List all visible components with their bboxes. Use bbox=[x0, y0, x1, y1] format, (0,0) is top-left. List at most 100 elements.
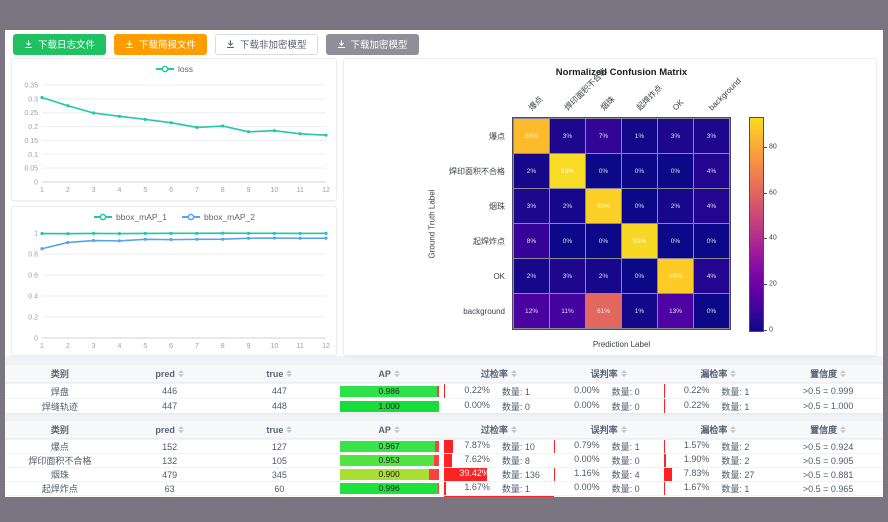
svg-text:9: 9 bbox=[247, 187, 251, 194]
table-row: 烟珠4793450.90039.42%数量: 1361.16%数量: 47.83… bbox=[5, 467, 883, 481]
sort-icon[interactable] bbox=[730, 426, 736, 433]
download-encrypted-model-button[interactable]: 下载加密模型 bbox=[326, 34, 419, 55]
content-area: 下载日志文件 下载简报文件 下载非加密模型 下载加密模型 loss 00.050… bbox=[5, 30, 883, 497]
svg-text:6: 6 bbox=[169, 343, 173, 350]
matrix-cell: 3% bbox=[694, 119, 729, 153]
column-header-置信度[interactable]: 置信度 bbox=[773, 421, 883, 438]
column-header-置信度[interactable]: 置信度 bbox=[773, 365, 883, 382]
sort-icon[interactable] bbox=[286, 426, 292, 433]
rate-value: 1.67% bbox=[669, 482, 709, 495]
matrix-cell: 2% bbox=[586, 259, 621, 293]
sort-icon[interactable] bbox=[621, 426, 627, 433]
sort-icon[interactable] bbox=[511, 370, 517, 377]
column-header-过检率[interactable]: 过检率 bbox=[444, 421, 554, 438]
overdetect-cell: 39.42%数量: 136 bbox=[444, 468, 554, 481]
svg-text:5: 5 bbox=[143, 187, 147, 194]
matrix-cell: 0% bbox=[550, 224, 585, 258]
sort-icon[interactable] bbox=[730, 370, 736, 377]
column-header-AP[interactable]: AP bbox=[334, 365, 444, 382]
svg-text:2: 2 bbox=[66, 187, 70, 194]
table-row: OK1171000.929117.00%数量: 1170.00%数量: 00.0… bbox=[5, 495, 883, 497]
svg-text:0.8: 0.8 bbox=[28, 251, 38, 258]
column-header-漏检率[interactable]: 漏检率 bbox=[664, 365, 774, 382]
legend-item-bbox_mAP_2[interactable]: bbox_mAP_2 bbox=[181, 212, 255, 222]
sort-icon[interactable] bbox=[178, 426, 184, 433]
download-unencrypted-model-label: 下载非加密模型 bbox=[240, 37, 307, 51]
matrix-cell: 7% bbox=[586, 119, 621, 153]
svg-text:3: 3 bbox=[92, 343, 96, 350]
legend-item-loss[interactable]: loss bbox=[155, 64, 193, 74]
sort-icon[interactable] bbox=[394, 370, 400, 377]
sort-icon[interactable] bbox=[286, 370, 292, 377]
column-header-label: 漏检率 bbox=[700, 423, 727, 436]
sort-icon[interactable] bbox=[394, 426, 400, 433]
download-report-button[interactable]: 下载简报文件 bbox=[114, 34, 207, 55]
class-cell: 烟珠 bbox=[5, 468, 115, 481]
svg-text:7: 7 bbox=[195, 343, 199, 350]
rate-value: 0.00% bbox=[560, 400, 600, 413]
overdetect-cell: 7.62%数量: 8 bbox=[444, 454, 554, 467]
matrix-cell: 89% bbox=[658, 259, 693, 293]
ap-cell: 0.986 bbox=[334, 384, 444, 398]
matrix-row-label: 焊印面积不合格 bbox=[344, 154, 505, 188]
rate-count: 数量: 136 bbox=[502, 468, 548, 481]
loss-chart: 00.050.10.150.20.250.30.3512345678910111… bbox=[12, 79, 336, 197]
download-unencrypted-model-button[interactable]: 下载非加密模型 bbox=[215, 34, 318, 55]
metrics-table-2: 类别predtrueAP过检率误判率漏检率置信度爆点1521270.9677.8… bbox=[5, 421, 883, 497]
true-cell: 448 bbox=[225, 399, 335, 413]
column-header-true[interactable]: true bbox=[225, 365, 335, 382]
column-header-过检率[interactable]: 过检率 bbox=[444, 365, 554, 382]
download-report-label: 下载简报文件 bbox=[139, 37, 196, 51]
matrix-row-label: OK bbox=[344, 259, 505, 293]
column-header-类别: 类别 bbox=[5, 421, 115, 438]
matrix-cell: 85% bbox=[514, 119, 549, 153]
matrix-cell: 0% bbox=[694, 224, 729, 258]
sort-icon[interactable] bbox=[621, 370, 627, 377]
svg-text:6: 6 bbox=[169, 187, 173, 194]
download-icon bbox=[125, 40, 134, 49]
pred-cell: 446 bbox=[115, 384, 225, 398]
loss-chart-card: loss 00.050.10.150.20.250.30.35123456789… bbox=[11, 58, 337, 201]
sort-icon[interactable] bbox=[178, 370, 184, 377]
matrix-cell: 0% bbox=[586, 154, 621, 188]
rate-value: 0.79% bbox=[560, 440, 600, 453]
overdetect-cell: 117.00%数量: 117 bbox=[444, 496, 554, 497]
column-header-pred[interactable]: pred bbox=[115, 421, 225, 438]
column-header-AP[interactable]: AP bbox=[334, 421, 444, 438]
matrix-cell: 4% bbox=[694, 189, 729, 223]
svg-text:5: 5 bbox=[143, 343, 147, 350]
sort-icon[interactable] bbox=[511, 426, 517, 433]
loss-chart-legend: loss bbox=[12, 59, 336, 79]
column-header-误判率[interactable]: 误判率 bbox=[554, 365, 664, 382]
download-log-button[interactable]: 下载日志文件 bbox=[13, 34, 106, 55]
svg-text:0.1: 0.1 bbox=[28, 152, 38, 159]
missed-cell: 1.57%数量: 2 bbox=[664, 440, 774, 453]
colorbar-tick bbox=[764, 193, 767, 194]
pred-cell: 447 bbox=[115, 399, 225, 413]
download-icon bbox=[337, 40, 346, 49]
confidence-cell: >0.5 = 0.940 bbox=[773, 496, 883, 497]
matrix-cell: 90% bbox=[586, 189, 621, 223]
column-header-true[interactable]: true bbox=[225, 421, 335, 438]
legend-item-bbox_mAP_1[interactable]: bbox_mAP_1 bbox=[93, 212, 167, 222]
colorbar-tick-label: 60 bbox=[769, 189, 777, 196]
true-cell: 105 bbox=[225, 454, 335, 467]
svg-text:12: 12 bbox=[322, 343, 330, 350]
map-chart-card: bbox_mAP_1bbox_mAP_2 00.20.40.60.8112345… bbox=[11, 206, 337, 356]
colorbar-tick-label: 40 bbox=[769, 235, 777, 242]
heatmap-y-axis-label: Ground Truth Label bbox=[428, 189, 437, 258]
rate-count: 数量: 0 bbox=[612, 385, 658, 398]
misjudge-cell: 0.00%数量: 0 bbox=[554, 482, 664, 495]
metrics-table-1: 类别predtrueAP过检率误判率漏检率置信度焊盘4464470.9860.2… bbox=[5, 365, 883, 413]
sort-icon[interactable] bbox=[840, 370, 846, 377]
svg-text:12: 12 bbox=[322, 187, 330, 194]
column-header-误判率[interactable]: 误判率 bbox=[554, 421, 664, 438]
column-header-漏检率[interactable]: 漏检率 bbox=[664, 421, 774, 438]
svg-text:0.6: 0.6 bbox=[28, 272, 38, 279]
svg-text:4: 4 bbox=[118, 343, 122, 350]
matrix-cell: 61% bbox=[586, 294, 621, 328]
column-header-pred[interactable]: pred bbox=[115, 365, 225, 382]
sort-icon[interactable] bbox=[840, 426, 846, 433]
matrix-cell: 3% bbox=[514, 189, 549, 223]
matrix-cell: 0% bbox=[658, 224, 693, 258]
